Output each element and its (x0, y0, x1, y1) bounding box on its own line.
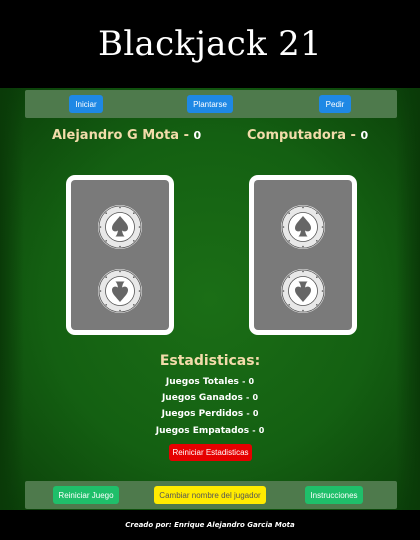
table-edge-right (396, 88, 420, 510)
stat-value: 0 (252, 409, 259, 418)
player-label: Alejandro G Mota - 0 (52, 128, 201, 143)
spade-emblem-icon (280, 268, 326, 314)
player-name: Alejandro G Mota (52, 128, 180, 143)
stat-separator: - (252, 426, 256, 435)
stat-separator: - (246, 393, 250, 402)
restart-game-button[interactable]: Reiniciar Juego (53, 486, 119, 504)
footer-credit: Creado por: Enrique Alejandro Garcia Mot… (125, 521, 295, 529)
stat-label: Juegos Ganados (161, 393, 243, 403)
dealer-card-back (249, 175, 357, 335)
rename-player-button[interactable]: Cambiar nombre del jugador (154, 486, 266, 504)
player-score: 0 (193, 129, 202, 142)
bottom-controls-panel: Reiniciar Juego Cambiar nombre del jugad… (25, 481, 397, 509)
top-controls-panel: Iniciar Plantarse Pedir (25, 90, 397, 118)
card-back-face (254, 180, 352, 330)
dealer-name: Computadora (247, 128, 346, 143)
stats-title: Estadisticas: (159, 353, 261, 369)
hit-button[interactable]: Pedir (319, 95, 351, 113)
stat-games-won: Juegos Ganados - 0 (0, 393, 420, 403)
stat-value: 0 (258, 426, 265, 435)
stat-label: Juegos Totales (165, 377, 239, 387)
dealer-score: 0 (360, 129, 369, 142)
player-separator: - (183, 128, 189, 143)
app-title: Blackjack 21 (98, 24, 322, 64)
stat-value: 0 (252, 393, 259, 402)
spade-emblem-icon (280, 204, 326, 250)
stat-separator: - (242, 377, 246, 386)
title-bar: Blackjack 21 (0, 0, 420, 88)
footer: Creado por: Enrique Alejandro Garcia Mot… (0, 510, 420, 540)
dealer-separator: - (350, 128, 356, 143)
instructions-button[interactable]: Instrucciones (305, 486, 363, 504)
stat-total-games: Juegos Totales - 0 (0, 377, 420, 387)
card-back-face (71, 180, 169, 330)
stand-button[interactable]: Plantarse (187, 95, 233, 113)
stat-label: Juegos Empatados (155, 426, 250, 436)
stat-value: 0 (248, 377, 255, 386)
reset-stats-button[interactable]: Reiniciar Estadisticas (169, 444, 252, 461)
player-card-back (66, 175, 174, 335)
dealer-label: Computadora - 0 (247, 128, 368, 143)
stat-separator: - (246, 409, 250, 418)
stat-games-lost: Juegos Perdidos - 0 (0, 409, 420, 419)
start-button[interactable]: Iniciar (69, 95, 103, 113)
spade-emblem-icon (97, 268, 143, 314)
stat-label: Juegos Perdidos (161, 409, 244, 419)
stat-games-tied: Juegos Empatados - 0 (0, 426, 420, 436)
spade-emblem-icon (97, 204, 143, 250)
table-edge-left (0, 88, 24, 510)
